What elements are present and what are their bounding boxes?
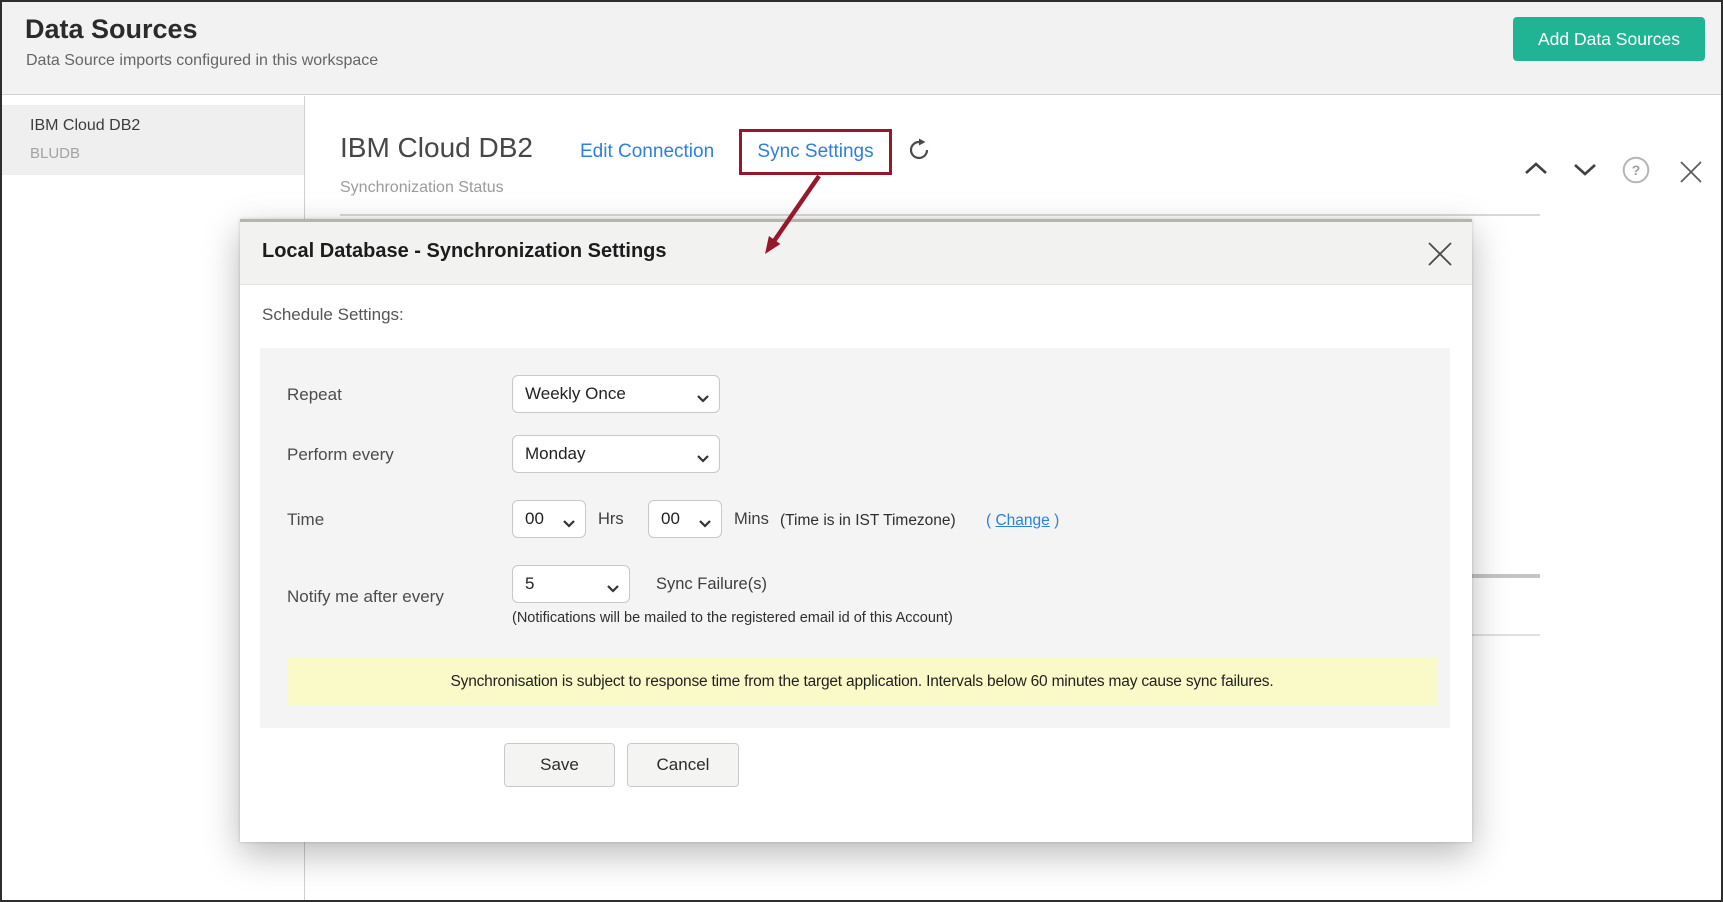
close-panel-icon[interactable] — [1678, 159, 1704, 190]
repeat-select[interactable]: Weekly Once — [512, 375, 720, 413]
chevron-down-icon — [562, 515, 576, 533]
chevron-down-icon — [698, 515, 712, 533]
chevron-up-icon[interactable] — [1523, 160, 1549, 181]
status-panel-top-border — [340, 214, 1540, 216]
app-window: Data Sources Data Source imports configu… — [0, 0, 1723, 902]
edit-connection-link[interactable]: Edit Connection — [580, 141, 714, 163]
sync-failures-unit-label: Sync Failure(s) — [656, 575, 767, 594]
repeat-label: Repeat — [287, 385, 342, 405]
svg-text:?: ? — [1632, 162, 1641, 178]
hours-unit-label: Hrs — [598, 510, 624, 529]
cancel-button[interactable]: Cancel — [627, 743, 739, 787]
hours-select-value: 00 — [525, 501, 544, 537]
sidebar-item-ibm-cloud-db2[interactable]: IBM Cloud DB2 BLUDB — [2, 105, 304, 175]
hours-select[interactable]: 00 — [512, 500, 586, 538]
chevron-down-icon — [606, 580, 620, 598]
perform-every-select-value: Monday — [525, 436, 585, 472]
chevron-down-icon — [696, 450, 710, 468]
dialog-close-icon[interactable] — [1425, 239, 1455, 269]
save-button[interactable]: Save — [504, 743, 615, 787]
change-close-paren: ) — [1054, 512, 1059, 529]
sync-failures-select-value: 5 — [525, 566, 534, 602]
sidebar-item-name: IBM Cloud DB2 — [30, 117, 140, 135]
sync-settings-dialog: Local Database - Synchronization Setting… — [240, 219, 1472, 842]
chevron-down-icon — [696, 390, 710, 408]
sync-failures-select[interactable]: 5 — [512, 565, 630, 603]
page-header: Data Sources Data Source imports configu… — [2, 2, 1721, 95]
perform-every-label: Perform every — [287, 445, 394, 465]
repeat-select-value: Weekly Once — [525, 376, 626, 412]
minutes-unit-label: Mins — [734, 510, 769, 529]
chevron-down-icon[interactable] — [1572, 162, 1598, 183]
notifications-note: (Notifications will be mailed to the reg… — [512, 610, 953, 626]
change-open-paren: ( — [986, 512, 991, 529]
help-icon[interactable]: ? — [1622, 156, 1650, 189]
time-label: Time — [287, 510, 324, 530]
sync-settings-link[interactable]: Sync Settings — [742, 132, 889, 172]
schedule-settings-label: Schedule Settings: — [262, 305, 404, 325]
notify-label: Notify me after every — [287, 587, 444, 607]
dialog-title: Local Database - Synchronization Setting… — [262, 240, 667, 263]
page-title: Data Sources — [25, 14, 198, 45]
sidebar-item-database: BLUDB — [30, 145, 80, 162]
add-data-sources-button[interactable]: Add Data Sources — [1513, 17, 1705, 61]
datasource-title: IBM Cloud DB2 — [340, 132, 533, 164]
perform-every-select[interactable]: Monday — [512, 435, 720, 473]
sync-settings-annotation-box: Sync Settings — [739, 129, 892, 175]
timezone-note: (Time is in IST Timezone) — [780, 512, 956, 530]
refresh-icon[interactable] — [907, 138, 931, 162]
schedule-settings-panel: Repeat Weekly Once Perform every Monday … — [260, 348, 1450, 728]
dialog-header: Local Database - Synchronization Setting… — [240, 222, 1472, 285]
sync-warning-banner: Synchronisation is subject to response t… — [287, 658, 1437, 705]
minutes-select-value: 00 — [661, 501, 680, 537]
change-link-text: Change — [995, 512, 1049, 529]
page-subtitle: Data Source imports configured in this w… — [26, 52, 378, 70]
change-timezone-link[interactable]: ( Change ) — [986, 512, 1059, 530]
background-separator-line — [1462, 574, 1540, 578]
minutes-select[interactable]: 00 — [648, 500, 722, 538]
background-separator-line — [1462, 634, 1540, 636]
synchronization-status-label: Synchronization Status — [340, 179, 504, 197]
